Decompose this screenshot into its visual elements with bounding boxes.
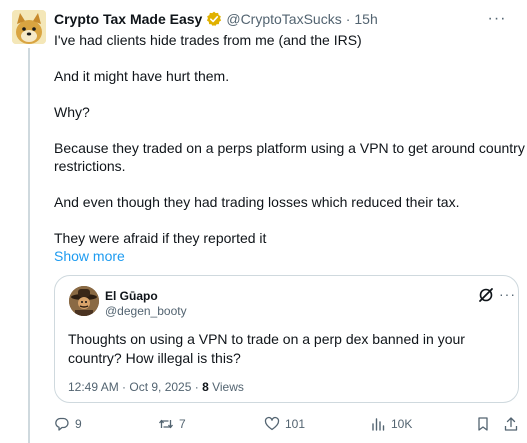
- quote-views-count: 8: [202, 380, 209, 394]
- author-handle[interactable]: @CryptoTaxSucks: [226, 11, 341, 27]
- quote-meta: 12:49 AM · Oct 9, 2025 · 8 Views: [68, 380, 244, 394]
- post-text-line: Because they traded on a perps platform …: [54, 140, 525, 156]
- more-options-button[interactable]: ···: [486, 10, 508, 28]
- reply-button[interactable]: 9: [54, 414, 82, 434]
- reply-count: 9: [75, 417, 82, 431]
- post-time[interactable]: 15h: [354, 11, 377, 27]
- post-text-line: And even though they had trading losses …: [54, 194, 460, 210]
- quote-author-name[interactable]: El Gūapo: [105, 289, 158, 303]
- doge-avatar-icon: [12, 10, 46, 44]
- quote-timestamp[interactable]: 12:49 AM · Oct 9, 2025 ·: [68, 380, 202, 394]
- heart-icon: [264, 416, 280, 431]
- thread-line: [28, 48, 30, 443]
- quote-more-button[interactable]: ···: [499, 286, 516, 302]
- post-header: Crypto Tax Made Easy @CryptoTaxSucks · 1…: [54, 10, 378, 28]
- like-count: 101: [285, 417, 306, 431]
- verified-badge-icon: [206, 11, 222, 27]
- author-avatar[interactable]: [12, 10, 46, 44]
- repost-icon: [158, 419, 174, 429]
- share-icon: [504, 417, 518, 431]
- quote-views-label: Views: [208, 380, 244, 394]
- quoted-post[interactable]: El Gūapo @degen_booty ··· Thoughts on us…: [54, 275, 519, 403]
- repost-count: 7: [179, 417, 186, 431]
- post-text-line: restrictions.: [54, 158, 126, 174]
- repost-button[interactable]: 7: [158, 414, 186, 434]
- quote-author-handle[interactable]: @degen_booty: [105, 304, 187, 318]
- cowboy-avatar-icon: [69, 286, 99, 316]
- post-text-line: I've had clients hide trades from me (an…: [54, 32, 362, 48]
- post-text-line: Why?: [54, 104, 90, 120]
- action-bar: 9 7 101 10K: [54, 414, 519, 434]
- views-count: 10K: [391, 417, 413, 431]
- share-button[interactable]: [503, 414, 519, 434]
- bookmark-icon: [478, 417, 488, 431]
- reply-icon: [55, 417, 69, 431]
- like-button[interactable]: 101: [264, 414, 305, 434]
- post-text-line: They were afraid if they reported it: [54, 230, 267, 246]
- grok-icon[interactable]: [478, 287, 494, 303]
- author-name[interactable]: Crypto Tax Made Easy: [54, 11, 202, 27]
- bar-chart-icon: [372, 418, 385, 431]
- views-button[interactable]: 10K: [370, 414, 412, 434]
- post-text-line: And it might have hurt them.: [54, 68, 230, 84]
- show-more-link[interactable]: Show more: [54, 247, 125, 265]
- separator-dot: ·: [345, 11, 351, 27]
- quote-author-avatar[interactable]: [69, 286, 99, 316]
- quote-text: Thoughts on using a VPN to trade on a pe…: [68, 331, 465, 366]
- bookmark-button[interactable]: [475, 414, 491, 434]
